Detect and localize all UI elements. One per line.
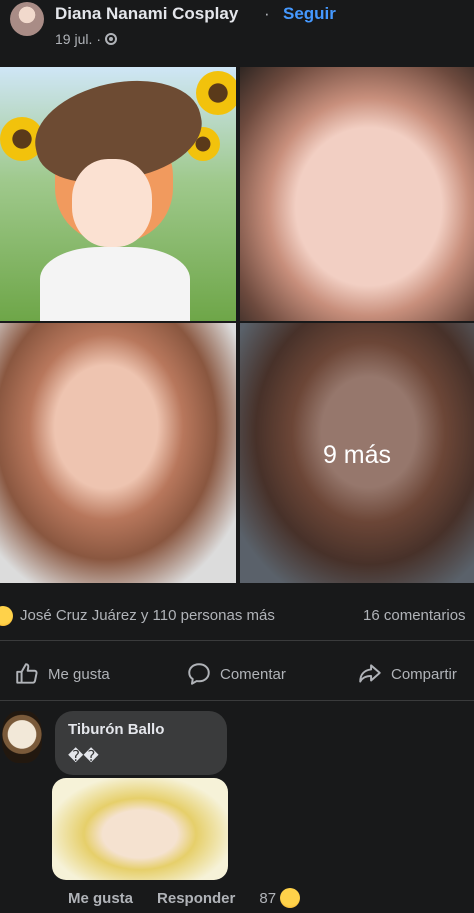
comment-reply-button[interactable]: Responder <box>157 890 235 907</box>
comment-reaction-count[interactable]: 87 <box>259 890 276 907</box>
comments-count[interactable]: 16 comentarios <box>363 607 466 624</box>
post-meta: 19 jul. · <box>55 31 118 47</box>
follow-button[interactable]: Seguir <box>283 4 336 24</box>
comment-bubble-icon <box>188 663 210 685</box>
post-date[interactable]: 19 jul. <box>55 31 92 47</box>
commenter-name[interactable]: Tiburón Ballo <box>68 721 164 738</box>
comment-text: �� <box>68 748 99 765</box>
share-button[interactable]: Compartir <box>357 655 457 693</box>
author-avatar[interactable] <box>10 2 44 36</box>
comment-sticker-image[interactable] <box>52 778 228 880</box>
post-header: Diana Nanami Cosplay · Seguir 19 jul. · <box>0 0 474 62</box>
comment-bubble[interactable]: Tiburón Ballo �� <box>55 711 227 775</box>
character-dress <box>40 247 190 321</box>
comment-item: Tiburón Ballo �� Me gusta Responder 87 <box>0 703 474 913</box>
comment-actions: Me gusta Responder 87 <box>68 887 301 909</box>
share-label: Compartir <box>391 665 457 683</box>
post-actions: Me gusta Comentar Compartir <box>0 655 474 693</box>
photo-selfie-3[interactable]: 9 más <box>240 323 474 583</box>
like-label: Me gusta <box>48 665 110 683</box>
thumbs-up-icon <box>16 663 38 684</box>
author-name[interactable]: Diana Nanami Cosplay <box>55 4 238 24</box>
photo-selfie-2[interactable] <box>0 323 236 583</box>
photo-grid: 9 más <box>0 67 474 583</box>
haha-reaction-icon[interactable] <box>0 606 13 626</box>
globe-icon <box>105 33 118 45</box>
reactions-summary[interactable]: José Cruz Juárez y 110 personas más <box>20 607 275 624</box>
comment-button[interactable]: Comentar <box>186 655 286 693</box>
reactions-bar: José Cruz Juárez y 110 personas más 16 c… <box>0 604 474 628</box>
commenter-avatar[interactable] <box>2 711 42 763</box>
divider <box>0 700 474 701</box>
photo-anime-illustration[interactable] <box>0 67 236 321</box>
comment-like-button[interactable]: Me gusta <box>68 890 133 907</box>
like-button[interactable]: Me gusta <box>14 655 110 693</box>
share-arrow-icon <box>359 664 381 683</box>
sunflower-decor <box>196 71 236 115</box>
header-separator: · <box>264 4 270 23</box>
photo-selfie-1[interactable] <box>240 67 474 321</box>
meta-separator: · <box>96 31 102 47</box>
more-photos-label: 9 más <box>322 441 392 469</box>
divider <box>0 640 474 641</box>
comment-label: Comentar <box>220 665 286 683</box>
character-face <box>72 159 152 247</box>
haha-reaction-icon[interactable] <box>280 888 301 908</box>
